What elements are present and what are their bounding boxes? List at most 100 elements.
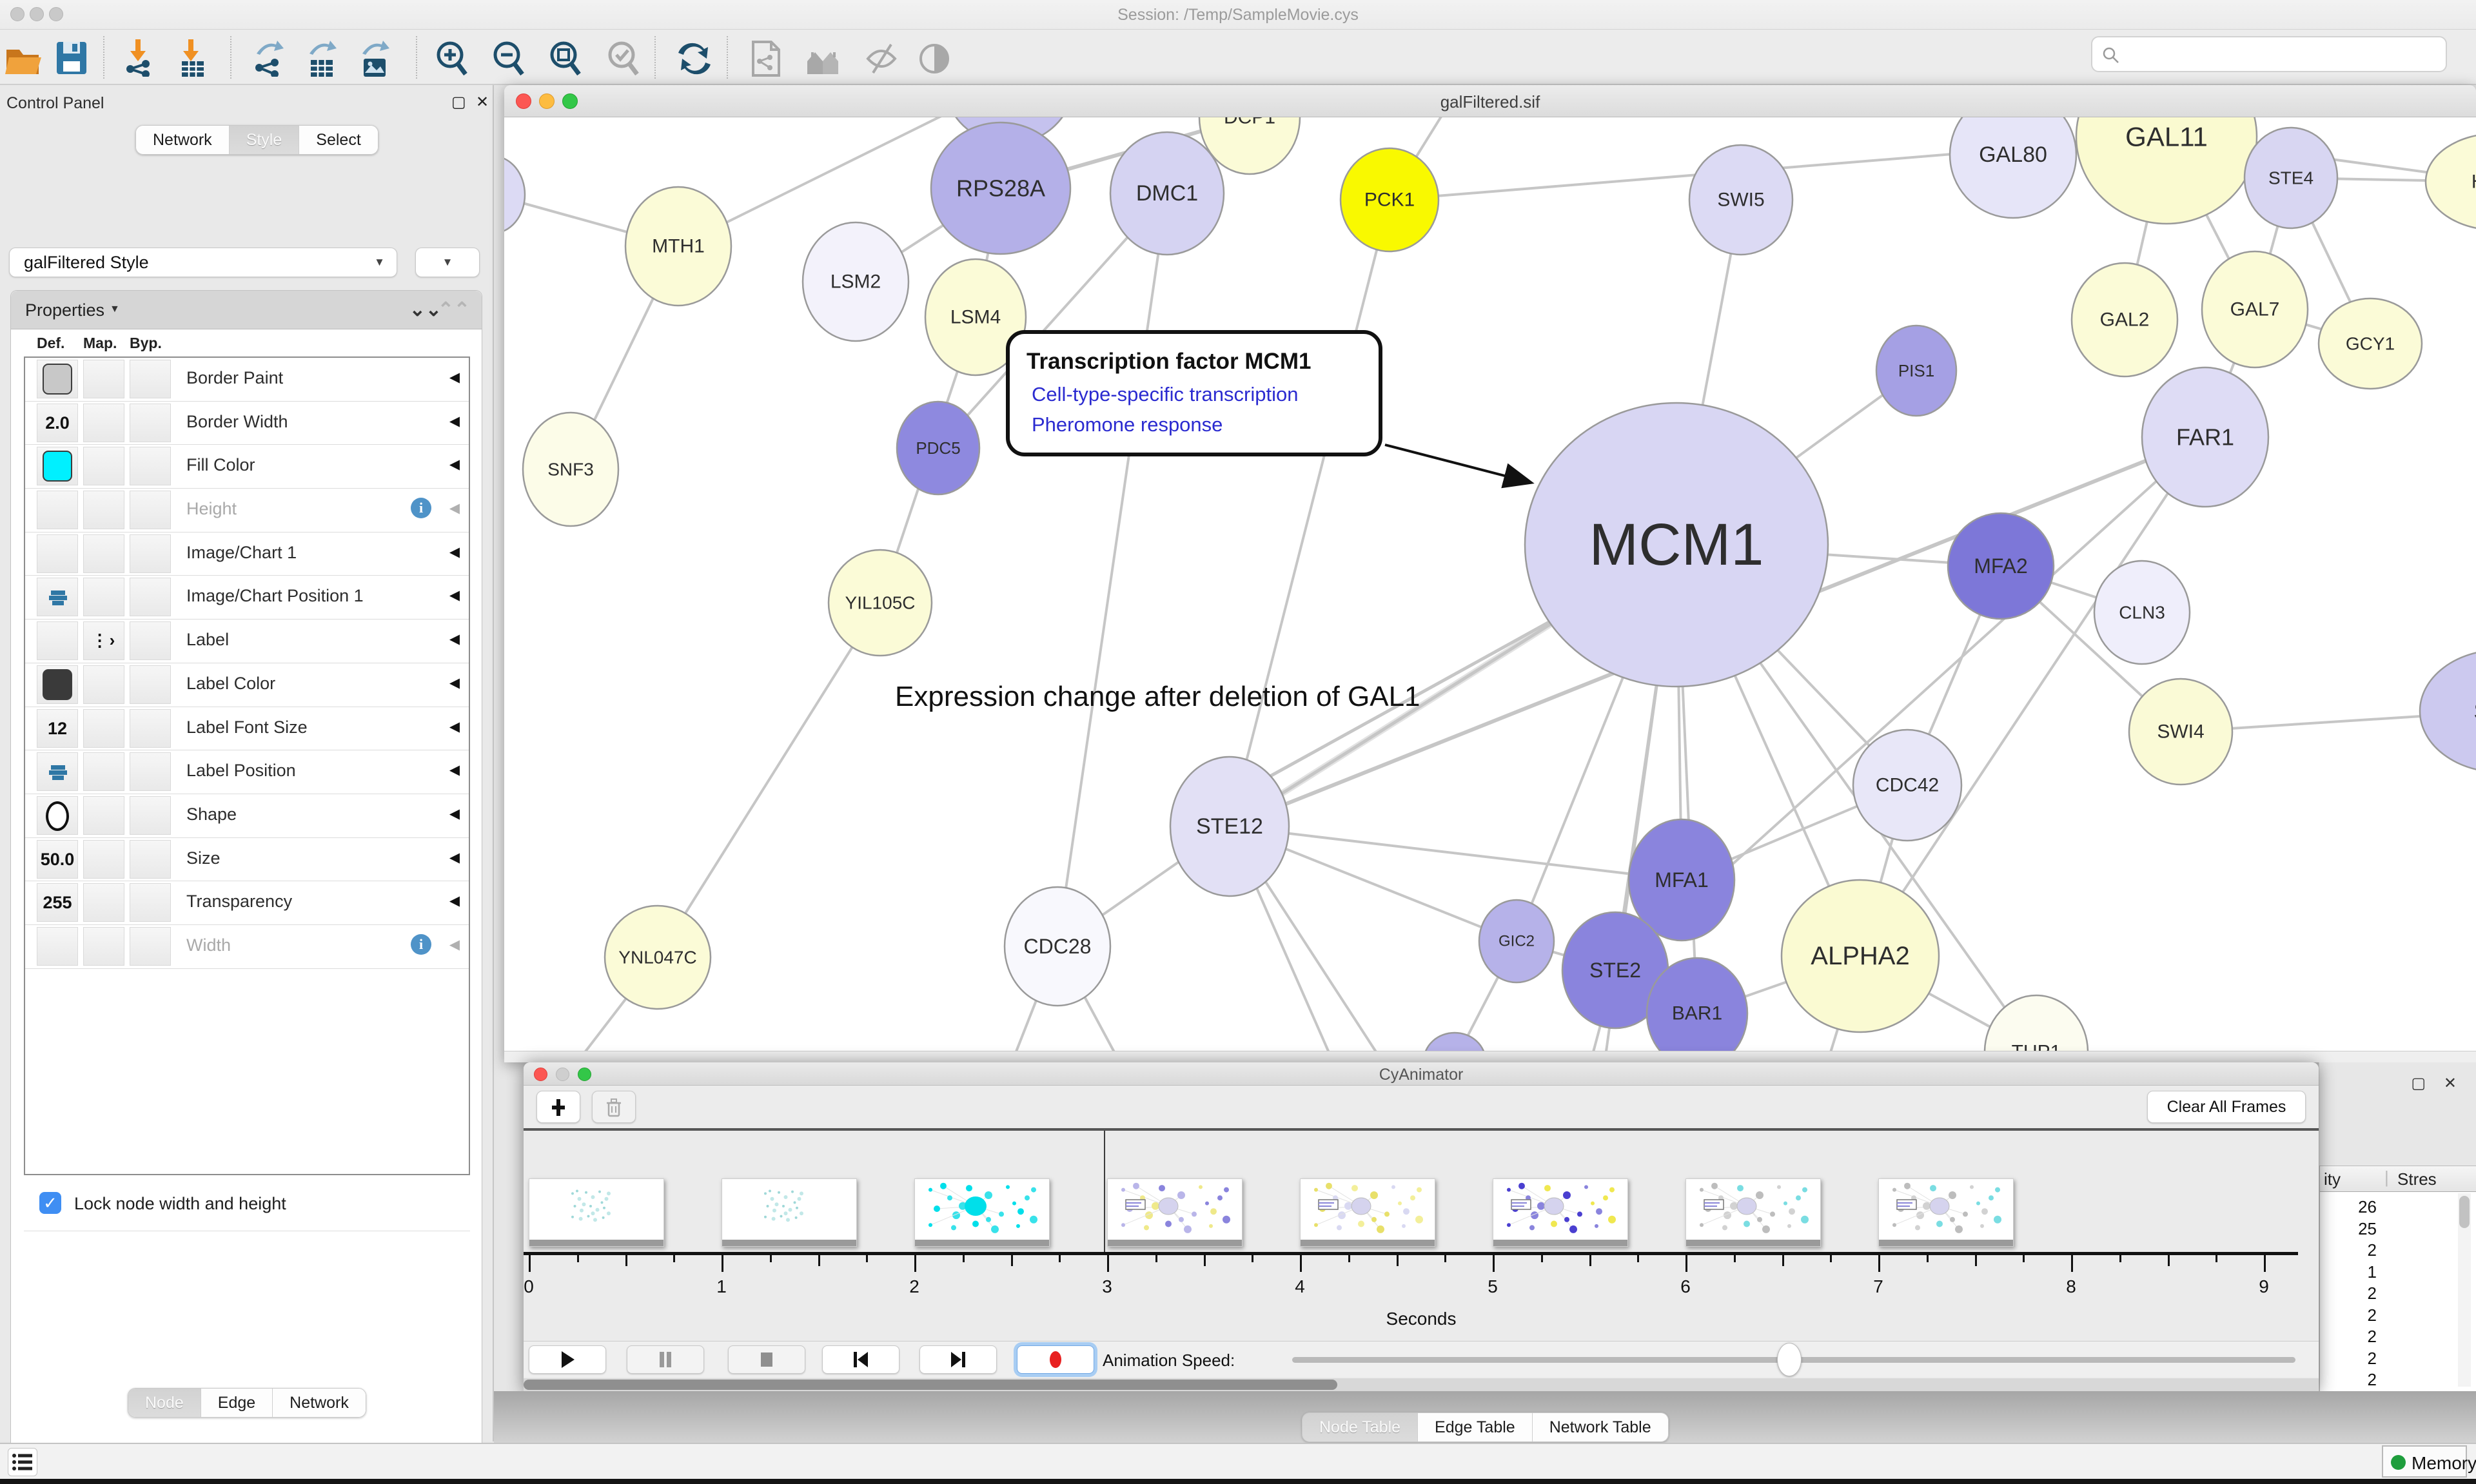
mapping-cell[interactable] [83,447,124,485]
mapping-cell[interactable] [83,578,124,616]
mapping-cell[interactable] [83,491,124,529]
network-node-PCK1[interactable]: PCK1 [1341,148,1439,251]
network-node-SWI4[interactable]: SWI4 [2129,679,2232,785]
import-table-button[interactable] [174,39,211,77]
network-node-unlabeled[interactable] [1424,1033,1486,1051]
network-node-CLN3[interactable]: CLN3 [2094,561,2190,664]
network-node-DMC1[interactable]: DMC1 [1110,132,1224,255]
expand-property-icon[interactable]: ◀ [449,937,460,953]
save-session-button[interactable] [53,39,90,77]
network-node-YIL105C[interactable]: YIL105C [829,550,932,656]
network-node-GAL80[interactable]: GAL80 [1950,117,2076,218]
timeline-scrollbar[interactable] [524,1378,2319,1391]
mapping-cell[interactable] [83,709,124,748]
network-node-STE4[interactable]: STE4 [2245,128,2337,228]
network-node-FAR1[interactable]: FAR1 [2142,367,2268,507]
expand-property-icon[interactable]: ◀ [449,806,460,822]
network-node-MTH1[interactable]: MTH1 [625,187,731,306]
network-node-PIS1[interactable]: PIS1 [1876,326,1956,416]
annotation-box[interactable]: Transcription factor MCM1Cell-type-speci… [1008,332,1380,454]
network-node-SWI5[interactable]: SWI5 [1689,145,1793,255]
import-network-button[interactable] [121,39,159,77]
task-history-button[interactable] [8,1448,37,1476]
annotation-link[interactable]: Pheromone response [1032,413,1223,436]
default-cell[interactable] [37,752,78,791]
expand-property-icon[interactable]: ◀ [449,850,460,866]
close-panel-icon[interactable]: ✕ [476,93,489,112]
table-cell-value[interactable]: 2 [2320,1349,2377,1369]
table-cell-value[interactable]: 2 [2320,1370,2377,1390]
network-node-GAL7[interactable]: GAL7 [2202,251,2308,367]
export-table-button[interactable] [303,39,340,77]
tab-style[interactable]: Style [230,126,300,154]
network-node-TUP1[interactable]: TUP1 [1985,995,2088,1051]
network-node-GAL2[interactable]: GAL2 [2072,263,2177,376]
mapping-cell[interactable] [83,534,124,573]
default-cell[interactable] [37,665,78,704]
bypass-cell[interactable] [130,578,171,616]
mapping-cell[interactable] [83,927,124,966]
bypass-cell[interactable] [130,491,171,529]
collapse-all-icon[interactable]: ⌃​⌃ [438,298,470,321]
default-cell[interactable] [37,360,78,398]
mapping-cell[interactable]: ⋮› [83,621,124,660]
search-input[interactable] [2091,36,2447,72]
zoom-out-button[interactable] [490,39,527,77]
expand-property-icon[interactable]: ◀ [449,719,460,735]
default-cell[interactable]: 12 [37,709,78,748]
bypass-cell[interactable] [130,447,171,485]
mapping-cell[interactable] [83,796,124,835]
show-view-button[interactable] [916,39,953,77]
table-cell-value[interactable]: 2 [2320,1240,2377,1260]
tab-node[interactable]: Node [128,1389,201,1417]
add-frame-button[interactable] [536,1091,580,1123]
bypass-cell[interactable] [130,840,171,879]
float-panel-icon[interactable]: ▢ [2411,1074,2426,1093]
network-node-MFA2[interactable]: MFA2 [1948,513,2054,619]
default-cell[interactable]: 255 [37,883,78,922]
frame-thumbnail-2[interactable] [914,1178,1050,1247]
default-cell[interactable] [37,491,78,529]
zoom-selected-button[interactable] [605,39,642,77]
tab-node-table[interactable]: Node Table [1302,1413,1418,1441]
table-cell-value[interactable]: 2 [2320,1327,2377,1347]
network-node-CDC28[interactable]: CDC28 [1005,887,1110,1006]
default-cell[interactable]: 50.0 [37,840,78,879]
frame-thumbnail-0[interactable] [529,1178,664,1247]
info-icon[interactable]: i [411,498,431,518]
stop-button[interactable] [728,1345,805,1374]
network-node-GAL11[interactable]: GAL11 [2076,117,2257,224]
bypass-cell[interactable] [130,927,171,966]
network-node-RPS28A[interactable]: RPS28A [931,122,1070,254]
network-file-button[interactable] [747,39,784,77]
frame-thumbnail-1[interactable] [722,1178,857,1247]
slider-handle[interactable] [1777,1343,1802,1376]
float-panel-icon[interactable]: ▢ [451,93,466,112]
tab-edge[interactable]: Edge [201,1389,273,1417]
delete-frame-button[interactable] [592,1091,636,1123]
bypass-cell[interactable] [130,360,171,398]
expand-property-icon[interactable]: ◀ [449,762,460,778]
network-node-GIC2[interactable]: GIC2 [1479,900,1554,982]
bypass-cell[interactable] [130,796,171,835]
cyanimator-titlebar[interactable]: CyAnimator [524,1062,2319,1086]
export-image-button[interactable] [356,39,393,77]
animation-timeline[interactable]: 0123456789 Seconds [524,1131,2319,1341]
expand-property-icon[interactable]: ◀ [449,456,460,473]
mapping-cell[interactable] [83,883,124,922]
default-cell[interactable]: 2.0 [37,404,78,442]
zoom-in-button[interactable] [433,39,471,77]
bypass-cell[interactable] [130,621,171,660]
bypass-cell[interactable] [130,752,171,791]
default-cell[interactable] [37,621,78,660]
expand-property-icon[interactable]: ◀ [449,893,460,909]
mapping-cell[interactable] [83,404,124,442]
skip-start-button[interactable] [822,1345,899,1374]
network-node-ALPHA2[interactable]: ALPHA2 [1782,880,1939,1032]
home-button[interactable] [805,39,842,77]
expand-all-icon[interactable]: ⌄​⌄ [409,298,442,321]
export-network-button[interactable] [250,39,288,77]
skip-end-button[interactable] [919,1345,997,1374]
frame-thumbnail-5[interactable] [1493,1178,1628,1247]
network-edge[interactable] [1057,193,1167,946]
